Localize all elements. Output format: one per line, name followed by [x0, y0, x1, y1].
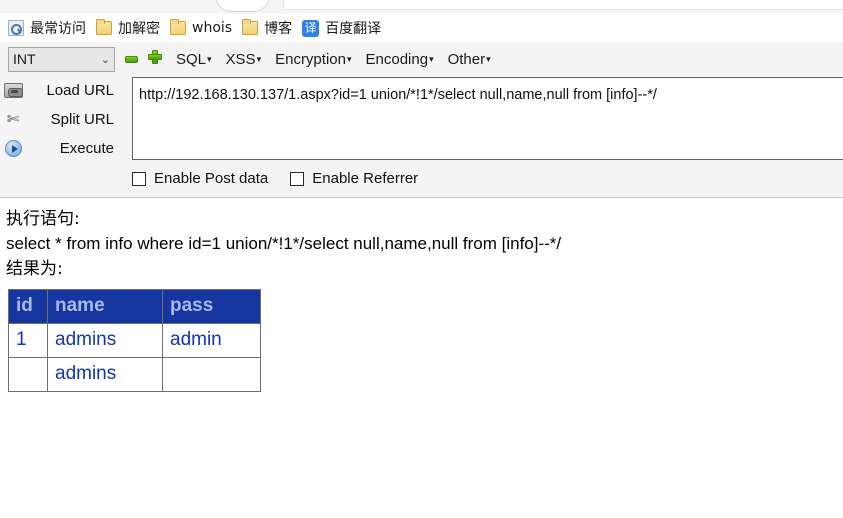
table-header-row: id name pass — [8, 288, 261, 324]
remove-button[interactable] — [125, 50, 138, 68]
menu-sql[interactable]: SQL▾ — [176, 51, 212, 68]
hackbar-panel: INT ⌄ SQL▾ XSS▾ Encryption▾ Encoding▾ Ot… — [0, 42, 843, 198]
bookmark-label: whois — [192, 20, 233, 36]
checkbox-label: Enable Post data — [154, 170, 269, 187]
plus-icon — [148, 49, 162, 64]
bookmark-label: 博客 — [264, 21, 293, 37]
table-row: 1 admins admin — [8, 322, 261, 358]
execute-button[interactable]: Execute — [0, 134, 128, 163]
caret-down-icon: ▾ — [429, 53, 434, 64]
bookmark-label: 最常访问 — [30, 21, 86, 37]
caret-down-icon: ▾ — [207, 53, 212, 64]
enable-post-data-checkbox[interactable]: Enable Post data — [132, 170, 268, 187]
folder-icon — [96, 19, 112, 35]
address-bar[interactable] — [283, 0, 843, 10]
bookmark-most-visited[interactable]: 最常访问 — [6, 16, 94, 40]
bookmark-whois[interactable]: whois — [168, 16, 240, 40]
table-row: admins — [8, 356, 261, 392]
bookmark-label: 加解密 — [118, 21, 160, 37]
menu-encryption[interactable]: Encryption▾ — [275, 51, 351, 68]
cell-id: 1 — [8, 322, 48, 358]
hackbar-options-row: Enable Post data Enable Referrer — [132, 170, 440, 187]
url-input[interactable]: http://192.168.130.137/1.aspx?id=1 union… — [132, 77, 843, 160]
bookmarks-bar: 最常访问 加解密 whois 博客 译 百度翻译 — [0, 14, 843, 42]
menu-xss[interactable]: XSS▾ — [226, 51, 262, 68]
menu-label: Encryption — [275, 50, 346, 68]
checkbox-box[interactable] — [290, 171, 305, 186]
result-label: 结果为: — [6, 258, 63, 279]
caret-down-icon: ▾ — [486, 53, 491, 64]
menu-label: XSS — [225, 50, 256, 68]
column-header-pass: pass — [162, 288, 261, 324]
caret-down-icon: ▾ — [256, 53, 262, 64]
statement-label: 执行语句: — [6, 209, 80, 229]
caret-down-icon: ▾ — [346, 53, 352, 64]
split-url-button[interactable]: ✄ Split URL — [0, 105, 128, 134]
column-header-name: name — [47, 288, 163, 324]
column-header-id: id — [8, 288, 48, 324]
menu-label: Other — [447, 50, 486, 68]
minus-icon — [125, 56, 138, 63]
enable-referrer-checkbox[interactable]: Enable Referrer — [290, 170, 418, 187]
baidu-translate-icon: 译 — [302, 19, 320, 37]
cell-pass: admin — [162, 322, 261, 358]
hackbar-actions: Load URL ✄ Split URL Execute — [0, 76, 128, 163]
type-select[interactable]: INT ⌄ — [8, 46, 115, 72]
browser-chrome-sliver — [0, 0, 843, 14]
cell-name: admins — [47, 322, 163, 358]
bookmark-baidu-translate[interactable]: 译 百度翻译 — [300, 16, 389, 40]
folder-icon — [242, 19, 259, 35]
split-url-label: Split URL — [50, 111, 114, 128]
add-button[interactable] — [148, 49, 162, 69]
menu-label: SQL — [176, 50, 207, 68]
cell-pass — [162, 356, 261, 392]
checkbox-label: Enable Referrer — [312, 170, 419, 187]
cell-id — [8, 356, 48, 392]
play-icon — [0, 140, 26, 157]
menu-label: Encoding — [365, 50, 429, 68]
bookmark-jiajiemi[interactable]: 加解密 — [94, 16, 168, 40]
cell-name: admins — [47, 356, 163, 392]
execute-label: Execute — [59, 140, 114, 157]
load-url-button[interactable]: Load URL — [0, 76, 128, 105]
folder-icon — [170, 19, 186, 35]
page-output: 执行语句: select * from info where id=1 unio… — [0, 199, 843, 518]
executed-statement: select * from info where id=1 union/*!1*… — [6, 233, 562, 253]
load-url-label: Load URL — [46, 82, 114, 99]
result-table: id name pass 1 admins admin admins — [8, 288, 261, 392]
type-select-value: INT — [13, 51, 36, 67]
menu-other[interactable]: Other▾ — [448, 51, 491, 68]
most-visited-icon — [8, 20, 24, 36]
checkbox-box[interactable] — [132, 171, 146, 186]
scissors-icon: ✄ — [6, 111, 20, 128]
menu-encoding[interactable]: Encoding▾ — [366, 51, 434, 68]
hackbar-menu-row: INT ⌄ SQL▾ XSS▾ Encryption▾ Encoding▾ Ot… — [0, 42, 843, 76]
chevron-down-icon: ⌄ — [100, 53, 110, 66]
omnibox-pill[interactable] — [215, 0, 270, 12]
bookmark-label: 百度翻译 — [325, 21, 382, 37]
bookmark-boke[interactable]: 博客 — [240, 16, 300, 40]
scanner-icon — [0, 83, 26, 98]
